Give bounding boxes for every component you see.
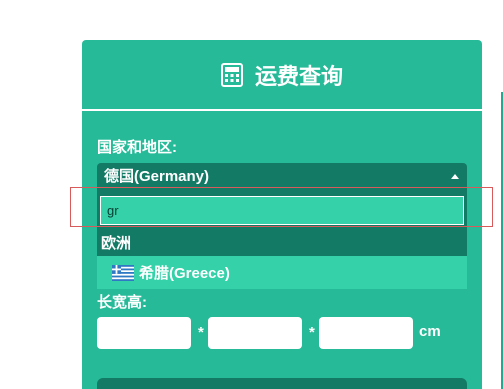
page-title: 运费查询 [254, 63, 343, 89]
region-dropdown: 欧洲 希腊(Greece) [97, 188, 467, 289]
caret-up-icon[interactable] [451, 174, 459, 179]
dimensions-label: 长宽高: [97, 294, 147, 311]
option-label: 希腊(Greece) [139, 265, 230, 282]
width-input[interactable] [208, 317, 302, 349]
region-search-input[interactable] [101, 197, 463, 224]
length-input[interactable] [97, 317, 191, 349]
submit-button[interactable] [97, 378, 467, 389]
region-label: 国家和地区: [97, 139, 177, 156]
panel-header: 运费查询 [82, 40, 482, 109]
calculator-icon [220, 62, 243, 87]
separator-1: * [198, 324, 204, 341]
unit-label: cm [419, 323, 441, 340]
height-input[interactable] [319, 317, 413, 349]
header-divider [82, 109, 482, 111]
search-wrapper [100, 196, 464, 225]
region-selected-value: 德国(Germany) [104, 168, 210, 185]
region-select[interactable]: 德国(Germany) [97, 163, 467, 188]
option-greece[interactable]: 希腊(Greece) [97, 256, 467, 289]
group-label-europe: 欧洲 [101, 235, 132, 252]
greece-flag-icon [112, 264, 134, 281]
shipping-calculator-panel: 运费查询 国家和地区: 德国(Germany) 欧洲 希腊(Greece) [82, 40, 482, 389]
separator-2: * [309, 324, 315, 341]
